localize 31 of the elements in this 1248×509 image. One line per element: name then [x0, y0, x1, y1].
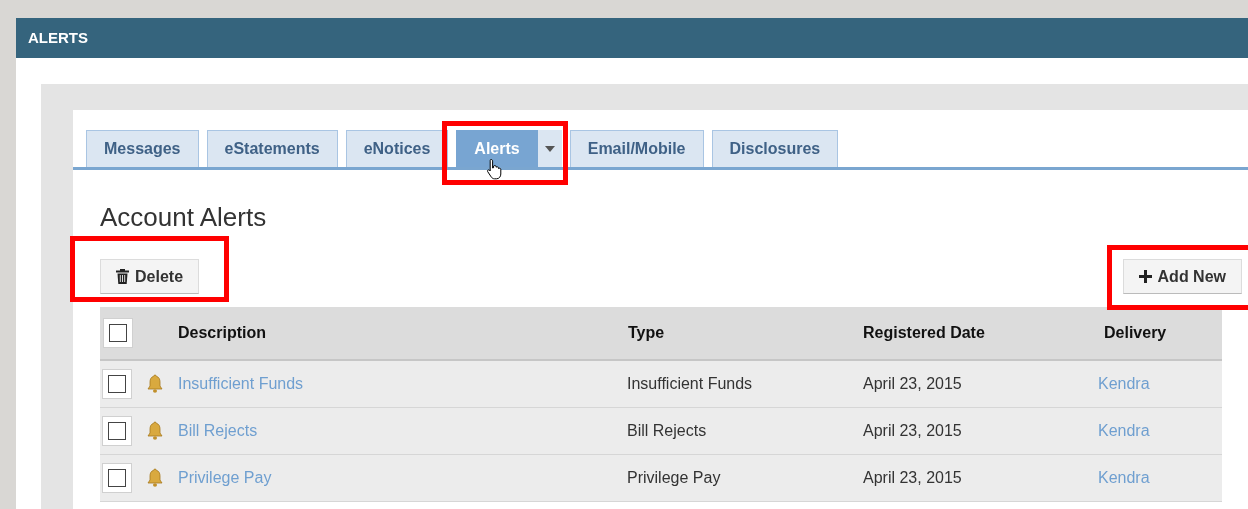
- bell-icon: [147, 421, 163, 441]
- checkbox[interactable]: [102, 416, 132, 446]
- table-cell-text: Bill Rejects: [626, 421, 708, 441]
- tab-dropdown-button[interactable]: [537, 130, 562, 167]
- bell-icon: [147, 374, 163, 394]
- table-cell-text: Insufficient Funds: [626, 374, 754, 394]
- column-header: Type: [627, 323, 666, 343]
- table-cell-text: April 23, 2015: [862, 374, 963, 394]
- column-header: Delivery: [1103, 323, 1168, 343]
- plus-icon: [1138, 270, 1152, 283]
- header-title: ALERTS: [28, 27, 88, 48]
- checkbox[interactable]: [102, 369, 132, 399]
- tab[interactable]: Email/Mobile: [569, 130, 704, 167]
- checkbox[interactable]: [103, 318, 133, 348]
- tab[interactable]: Messages: [86, 130, 199, 167]
- checkbox[interactable]: [102, 463, 132, 493]
- tab[interactable]: eStatements: [206, 130, 338, 167]
- table-cell-text: April 23, 2015: [862, 421, 963, 441]
- add-new-button[interactable]: Add New: [1122, 259, 1242, 294]
- caret-icon: [544, 145, 555, 152]
- delete-button[interactable]: Delete: [100, 259, 200, 294]
- tab[interactable]: Disclosures: [711, 130, 839, 167]
- column-header: Registered Date: [862, 323, 986, 343]
- table-cell-text: April 23, 2015: [862, 468, 963, 488]
- table-cell-text: Privilege Pay: [626, 468, 722, 488]
- tab[interactable]: eNotices: [345, 130, 449, 167]
- column-header: Description: [177, 323, 267, 343]
- trash-icon: [116, 269, 129, 284]
- tab[interactable]: Alerts: [456, 130, 538, 167]
- bell-icon: [147, 468, 163, 488]
- page-title: Account Alerts: [100, 204, 268, 230]
